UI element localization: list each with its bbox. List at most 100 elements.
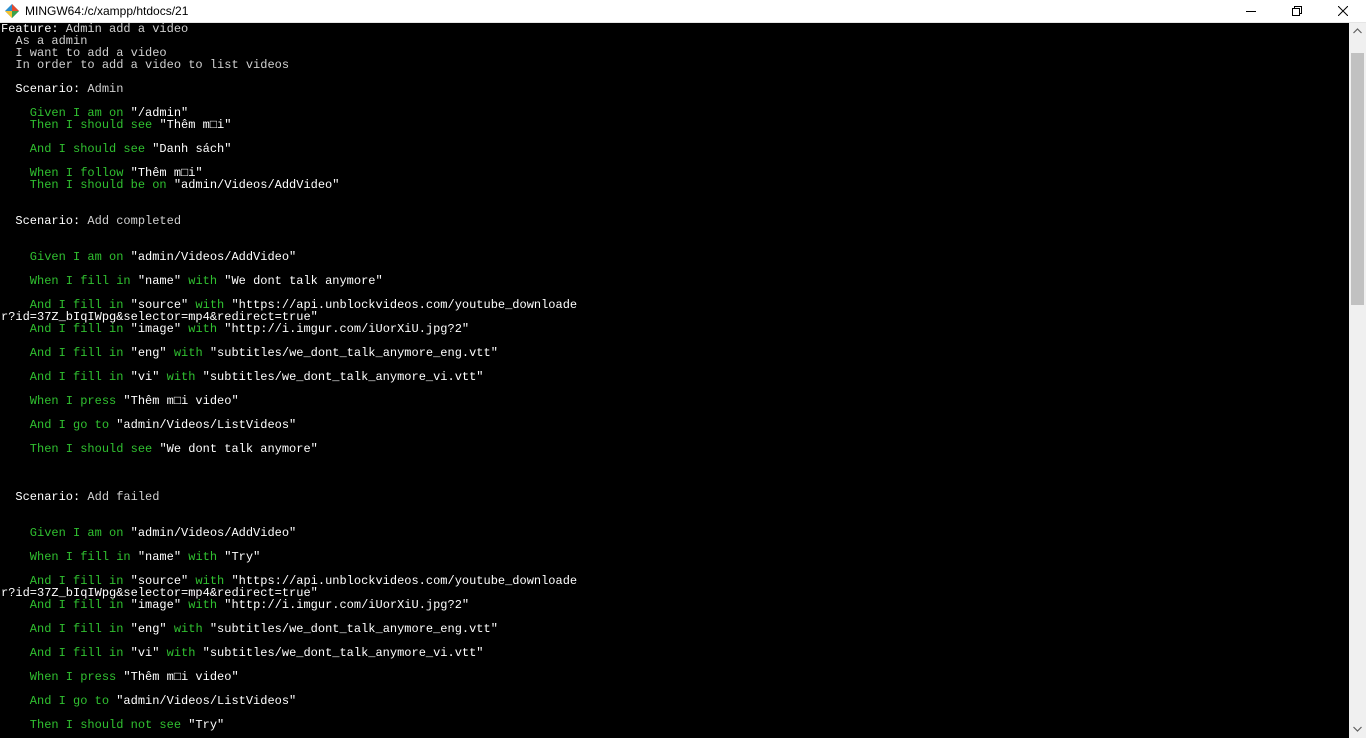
window-title: MINGW64:/c/xampp/htdocs/21 xyxy=(25,4,189,18)
terminal-str-segment: "admin/Videos/AddVideo" xyxy=(173,178,340,192)
terminal-line: Scenario: Admin xyxy=(1,83,123,95)
terminal-str-segment: "Danh sách" xyxy=(152,142,232,156)
terminal-line: Then I should not see "Try" xyxy=(1,719,224,731)
terminal-line: And I fill in "eng" with "subtitles/we_d… xyxy=(1,347,498,359)
terminal-str-segment: "image" xyxy=(130,598,182,612)
terminal-rest-segment: Add failed xyxy=(80,490,160,504)
terminal-line: Given I am on "admin/Videos/AddVideo" xyxy=(1,251,296,263)
terminal-step-segment: Given I am on xyxy=(1,526,131,540)
terminal-step-segment: When I fill in xyxy=(1,550,138,564)
terminal-str-segment: "admin/Videos/AddVideo" xyxy=(130,526,297,540)
terminal-str2-segment: "subtitles/we_dont_talk_anymore_eng.vtt" xyxy=(209,346,498,360)
terminal-line: And I should see "Danh sách" xyxy=(1,142,232,156)
terminal-step-segment: Then I should see xyxy=(1,118,160,132)
terminal-str-segment: "admin/Videos/AddVideo" xyxy=(130,250,297,264)
terminal-rest-segment: Admin xyxy=(80,82,124,96)
terminal-step-segment: When I press xyxy=(1,394,124,408)
terminal-line: When I press "Thêm m□i video" xyxy=(1,395,239,407)
terminal-step2-segment: with xyxy=(181,550,225,564)
terminal-str-segment: "vi" xyxy=(130,370,160,384)
terminal-text-segment: In order to add a video to list videos xyxy=(1,58,290,72)
maximize-button[interactable] xyxy=(1274,0,1320,22)
terminal-str2-segment: "http://i.imgur.com/iUorXiU.jpg?2" xyxy=(224,598,470,612)
terminal-line: When I fill in "name" with "We dont talk… xyxy=(1,275,383,287)
terminal-line: When I fill in "name" with "Try" xyxy=(1,551,260,563)
terminal-str-segment: "name" xyxy=(137,274,182,288)
terminal-line: And I fill in "image" with "http://i.img… xyxy=(1,323,469,335)
terminal-step2-segment: with xyxy=(166,346,210,360)
scroll-down-button[interactable] xyxy=(1349,721,1366,738)
terminal-str-segment: "We dont talk anymore" xyxy=(159,442,318,456)
terminal-str-segment: "eng" xyxy=(130,622,167,636)
terminal-step-segment: And I go to xyxy=(1,418,117,432)
terminal-step-segment: And I fill in xyxy=(1,622,131,636)
maximize-icon xyxy=(1292,6,1302,16)
scroll-up-button[interactable] xyxy=(1349,23,1366,40)
terminal-str-segment: "vi" xyxy=(130,646,160,660)
terminal-line: In order to add a video to list videos xyxy=(1,59,289,71)
terminal-line: And I go to "admin/Videos/ListVideos" xyxy=(1,695,296,707)
terminal-line: And I fill in "vi" with "subtitles/we_do… xyxy=(1,647,484,659)
terminal-str2-segment: "http://i.imgur.com/iUorXiU.jpg?2" xyxy=(224,322,470,336)
terminal-line: And I go to "admin/Videos/ListVideos" xyxy=(1,419,296,431)
vertical-scrollbar[interactable] xyxy=(1349,23,1366,738)
terminal-output[interactable]: Feature: Admin add a video As a admin I … xyxy=(0,23,1349,738)
terminal-step2-segment: with xyxy=(159,370,203,384)
terminal-step-segment: And I fill in xyxy=(1,598,131,612)
terminal-str-segment: "name" xyxy=(137,550,182,564)
terminal-str-segment: "Thêm m□i" xyxy=(159,118,232,132)
terminal-step-segment: And I fill in xyxy=(1,346,131,360)
terminal-step-segment: Then I should see xyxy=(1,442,160,456)
terminal-line: And I fill in "eng" with "subtitles/we_d… xyxy=(1,623,498,635)
terminal-step2-segment: with xyxy=(181,322,225,336)
window-titlebar[interactable]: MINGW64:/c/xampp/htdocs/21 xyxy=(0,0,1366,23)
terminal-line: And I fill in "vi" with "subtitles/we_do… xyxy=(1,371,484,383)
terminal-str2-segment: "We dont talk anymore" xyxy=(224,274,383,288)
scroll-down-arrow-icon xyxy=(1353,726,1362,732)
terminal-step2-segment: with xyxy=(166,622,210,636)
scroll-thumb[interactable] xyxy=(1351,53,1364,305)
terminal-step-segment: When I fill in xyxy=(1,274,138,288)
terminal-line: And I fill in "image" with "http://i.img… xyxy=(1,599,469,611)
terminal-line: Then I should be on "admin/Videos/AddVid… xyxy=(1,178,340,192)
terminal-step-segment: And I fill in xyxy=(1,322,131,336)
terminal-str2-segment: "Try" xyxy=(224,550,261,564)
terminal-line: Scenario: Add completed xyxy=(1,215,181,227)
terminal-kw-segment: Scenario: xyxy=(1,214,81,228)
terminal-str-segment: "admin/Videos/ListVideos" xyxy=(116,418,297,432)
terminal-step-segment: Then I should be on xyxy=(1,178,174,192)
terminal-str-segment: "eng" xyxy=(130,346,167,360)
terminal-step-segment: When I press xyxy=(1,670,124,684)
terminal-step2-segment: with xyxy=(181,274,225,288)
close-icon xyxy=(1338,6,1348,16)
mingw-terminal-icon xyxy=(4,3,20,19)
terminal-str-segment: "Thêm m□i video" xyxy=(123,670,239,684)
terminal-step-segment: And I fill in xyxy=(1,646,131,660)
terminal-str-segment: "image" xyxy=(130,322,182,336)
terminal-line: Then I should see "Thêm m□i" xyxy=(1,118,232,132)
terminal-line: Given I am on "admin/Videos/AddVideo" xyxy=(1,527,296,539)
terminal-step-segment: Then I should not see xyxy=(1,718,189,732)
terminal-kw-segment: Scenario: xyxy=(1,490,81,504)
terminal-step-segment: And I go to xyxy=(1,694,117,708)
terminal-str-segment: "Try" xyxy=(188,718,225,732)
terminal-line: Scenario: Add failed xyxy=(1,491,159,503)
terminal-step-segment: Given I am on xyxy=(1,250,131,264)
minimize-button[interactable] xyxy=(1228,0,1274,22)
terminal-kw-segment: Scenario: xyxy=(1,82,81,96)
terminal-str2-segment: "subtitles/we_dont_talk_anymore_eng.vtt" xyxy=(209,622,498,636)
terminal-str-segment: "Thêm m□i video" xyxy=(123,394,239,408)
close-button[interactable] xyxy=(1320,0,1366,22)
terminal-step-segment: And I should see xyxy=(1,142,153,156)
terminal-step2-segment: with xyxy=(181,598,225,612)
terminal-step-segment: And I fill in xyxy=(1,370,131,384)
terminal-str-segment: "admin/Videos/ListVideos" xyxy=(116,694,297,708)
terminal-str2-segment: "subtitles/we_dont_talk_anymore_vi.vtt" xyxy=(202,370,484,384)
terminal-str2-segment: "subtitles/we_dont_talk_anymore_vi.vtt" xyxy=(202,646,484,660)
terminal-line: When I press "Thêm m□i video" xyxy=(1,671,239,683)
scroll-up-arrow-icon xyxy=(1353,28,1362,34)
terminal-line: Then I should see "We dont talk anymore" xyxy=(1,443,318,455)
minimize-icon xyxy=(1246,11,1256,12)
terminal-rest-segment: Add completed xyxy=(80,214,182,228)
terminal-step2-segment: with xyxy=(159,646,203,660)
